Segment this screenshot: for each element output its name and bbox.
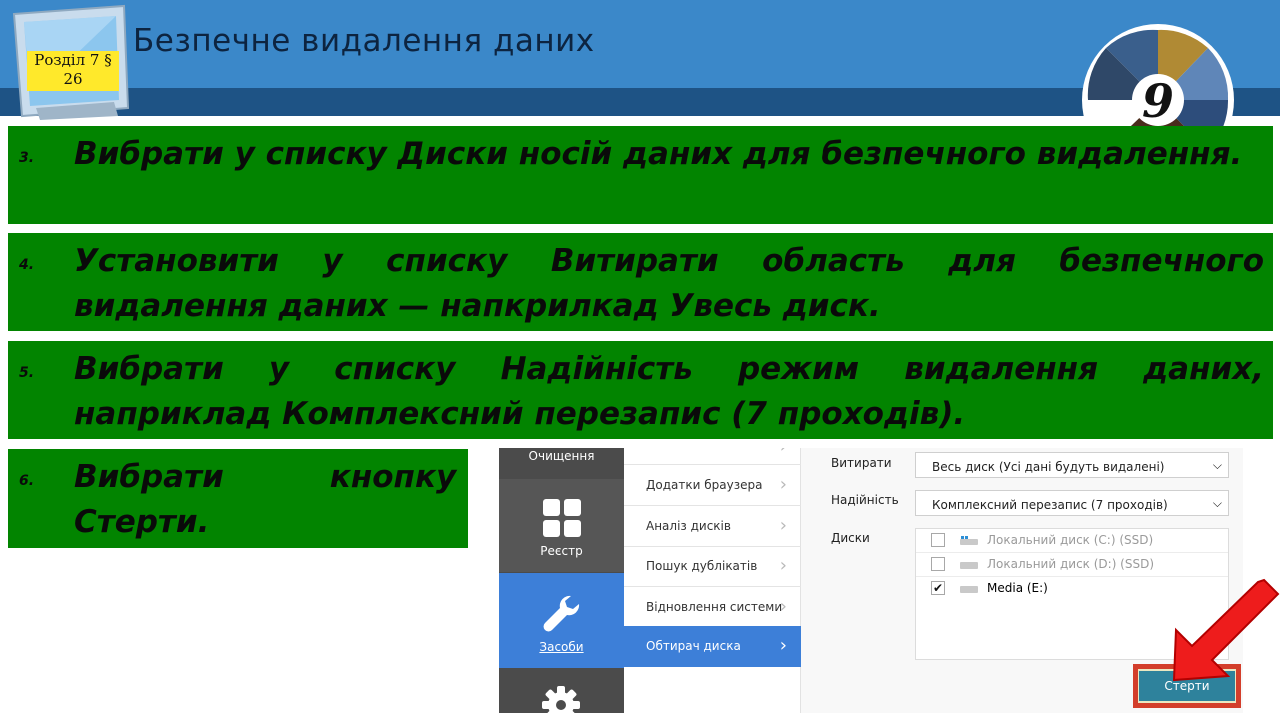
step-text: Вибрати у списку Диски носій даних для б…: [74, 136, 1243, 172]
drive-icon: [960, 586, 978, 593]
chevron-right-icon: ›: [780, 448, 787, 457]
submenu-label: Аналіз дисків: [646, 519, 731, 533]
nav-label: Засоби: [539, 640, 584, 654]
section-badge-line2: 26: [63, 70, 83, 88]
step-6: 6. Вибрати кнопку Стерти.: [8, 449, 468, 548]
chevron-down-icon: ⌵: [1212, 496, 1222, 510]
nav-item-cleanup[interactable]: Очищення: [499, 448, 624, 478]
windows-drive-icon: [960, 536, 978, 545]
disk-row[interactable]: Локальний диск (C:) (SSD): [916, 529, 1228, 553]
submenu-item-duplicate-finder[interactable]: Пошук дублікатів ›: [624, 546, 801, 587]
submenu-label: Відновлення системи: [646, 600, 783, 614]
disk-name: Media (E:): [987, 581, 1048, 595]
section-badge: Розділ 7 § 26: [27, 51, 119, 91]
step-text: Вибрати у списку Надійність режим видале…: [74, 351, 1264, 432]
wipe-select[interactable]: Весь диск (Усі дані будуть видалені) ⌵: [915, 452, 1229, 478]
step-4: 4. Установити у списку Витирати область …: [8, 233, 1273, 331]
submenu-label: Пошук дублікатів: [646, 559, 758, 573]
nav-item-registry[interactable]: Реєстр: [499, 479, 624, 572]
tools-submenu: › Додатки браузера › Аналіз дисків › Пош…: [624, 448, 801, 713]
submenu-item-system-restore[interactable]: Відновлення системи ›: [624, 587, 801, 628]
step-text-part: Стерти.: [74, 504, 210, 540]
wrench-icon: [543, 595, 580, 632]
nav-label: Реєстр: [540, 544, 583, 558]
chevron-right-icon: ›: [779, 596, 787, 617]
disk-row[interactable]: Локальний диск (D:) (SSD): [916, 553, 1228, 577]
chevron-right-icon: ›: [779, 635, 787, 656]
wipe-label: Витирати: [831, 456, 892, 470]
disk-wiper-app: Очищення Реєстр Засоби Додатки браузера …: [499, 448, 1243, 713]
submenu-item-browser-addons[interactable]: Додатки браузера ›: [624, 465, 801, 506]
grade-number: 9: [1142, 74, 1174, 126]
disk-name: Локальний диск (C:) (SSD): [987, 533, 1154, 547]
step-number: 3.: [19, 150, 35, 166]
submenu-item-partial[interactable]: ›: [624, 448, 801, 465]
nav-label: Очищення: [528, 449, 595, 463]
disks-label: Диски: [831, 531, 870, 545]
step-3: 3. Вибрати у списку Диски носій даних дл…: [8, 126, 1273, 224]
step-text: Вибрати кнопку Стерти.: [74, 455, 460, 545]
section-badge-line1: Розділ 7 §: [34, 51, 112, 69]
chevron-right-icon: ›: [779, 555, 787, 576]
page-title: Безпечне видалення даних: [133, 23, 595, 59]
nav-item-settings[interactable]: [499, 668, 624, 713]
disk-name: Локальний диск (D:) (SSD): [987, 557, 1155, 571]
step-number: 5.: [19, 365, 35, 381]
step-number: 4.: [19, 257, 35, 273]
drive-icon: [960, 562, 978, 569]
grade-logo: 9: [1082, 24, 1234, 126]
reliability-select-value: Комплексний перезапис (7 проходів): [932, 498, 1168, 512]
grid-icon: [543, 499, 581, 537]
submenu-item-disk-analysis[interactable]: Аналіз дисків ›: [624, 506, 801, 547]
reliability-select[interactable]: Комплексний перезапис (7 проходів) ⌵: [915, 490, 1229, 516]
disk-checkbox[interactable]: [931, 533, 945, 547]
wipe-select-value: Весь диск (Усі дані будуть видалені): [932, 460, 1165, 474]
disk-checkbox-checked[interactable]: ✔: [931, 581, 945, 595]
app-sidebar: Очищення Реєстр Засоби: [499, 448, 624, 713]
submenu-label: Додатки браузера: [646, 478, 763, 492]
gear-icon: [542, 686, 580, 713]
chevron-right-icon: ›: [779, 515, 787, 536]
step-text-part: кнопку: [329, 459, 457, 495]
chevron-down-icon: ⌵: [1212, 458, 1222, 472]
submenu-item-drive-wiper[interactable]: Обтирач диска ›: [624, 626, 801, 667]
disk-checkbox[interactable]: [931, 557, 945, 571]
submenu-label: Обтирач диска: [646, 639, 741, 653]
step-text: Установити у списку Витирати область для…: [74, 243, 1264, 324]
step-text-part: Вибрати: [74, 459, 224, 495]
chevron-right-icon: ›: [779, 474, 787, 495]
step-5: 5. Вибрати у списку Надійність режим вид…: [8, 341, 1273, 439]
step-number: 6.: [19, 473, 35, 489]
red-arrow-icon: [1172, 578, 1280, 682]
reliability-label: Надійність: [831, 493, 899, 507]
nav-item-tools[interactable]: Засоби: [499, 573, 624, 668]
